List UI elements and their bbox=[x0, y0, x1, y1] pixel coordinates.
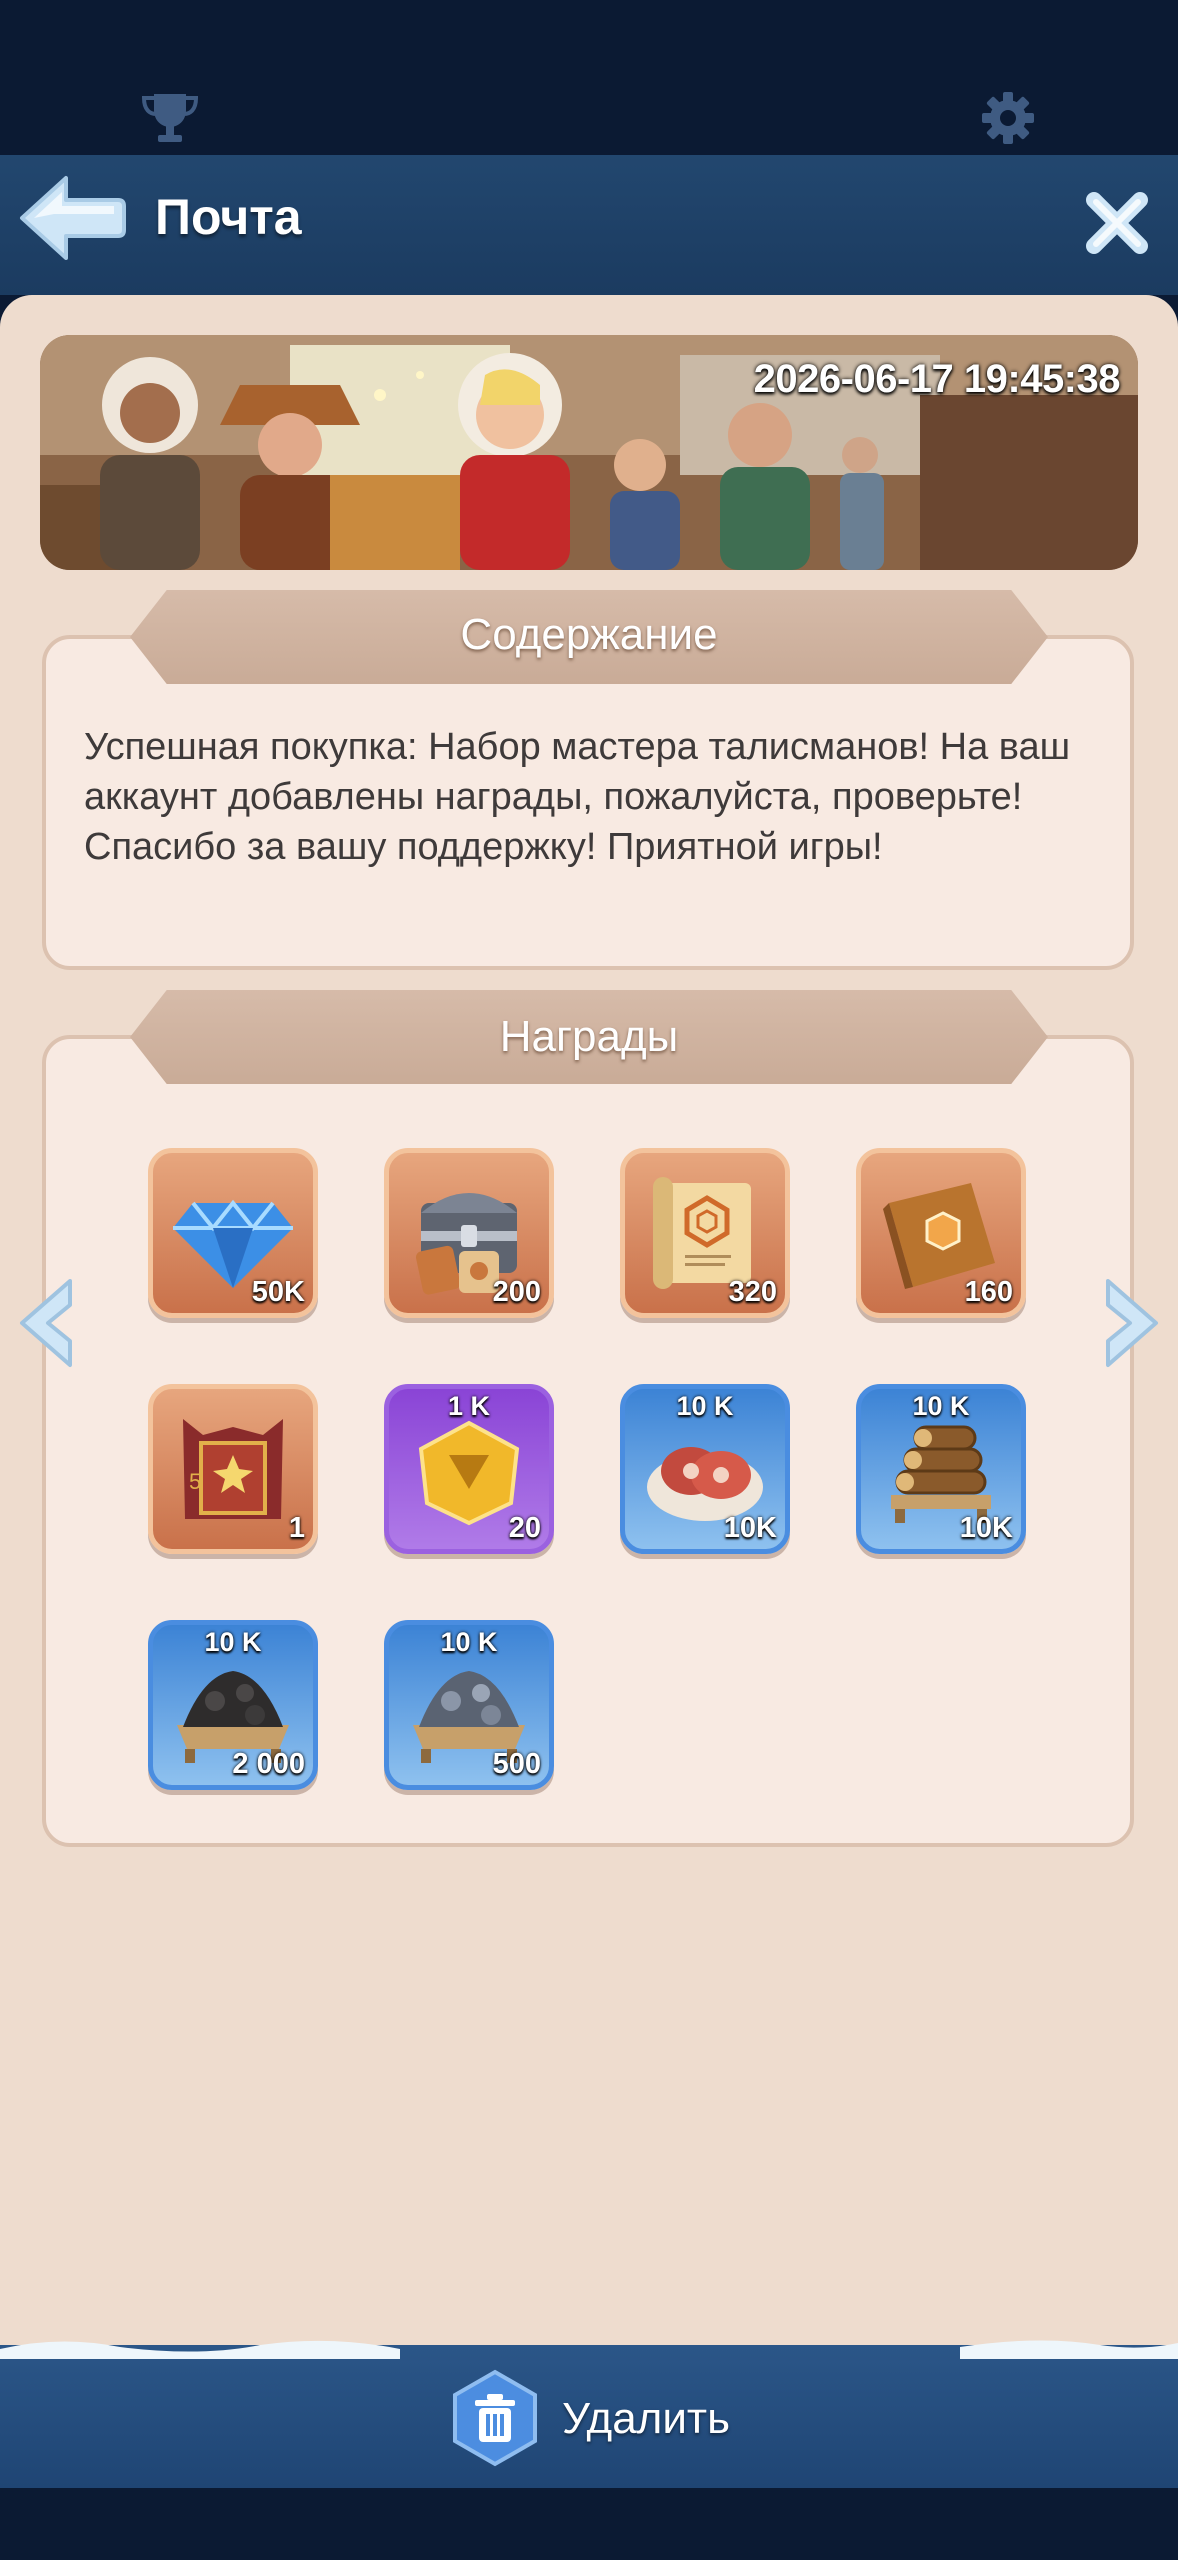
mail-timestamp: 2026-06-17 19:45:38 bbox=[753, 357, 1121, 401]
content-heading: Содержание bbox=[460, 610, 718, 659]
reward-item-gold[interactable]: 1 K 20 bbox=[384, 1384, 554, 1554]
reward-item-lantern-box[interactable]: 5 1 bbox=[148, 1384, 318, 1554]
reward-quantity: 20 bbox=[508, 1512, 541, 1544]
rewards-heading: Награды bbox=[499, 1012, 679, 1061]
arrow-right-icon[interactable] bbox=[1100, 1275, 1164, 1371]
gear-icon[interactable] bbox=[978, 88, 1038, 148]
reward-quantity: 160 bbox=[964, 1276, 1013, 1308]
reward-cap: 1 K bbox=[447, 1391, 491, 1421]
snow-edge-decoration bbox=[0, 2340, 1178, 2359]
reward-item-meat[interactable]: 10 K 10K bbox=[620, 1384, 790, 1554]
lantern-box-icon: 5 bbox=[183, 1419, 283, 1519]
reward-item-scroll[interactable]: 320 bbox=[620, 1148, 790, 1318]
mail-body-text: Успешная покупка: Набор мастера талисман… bbox=[84, 726, 1071, 868]
reward-quantity: 50K bbox=[251, 1276, 305, 1308]
delete-label: Удалить bbox=[562, 2394, 730, 2443]
reward-item-coal[interactable]: 10 K 2 000 bbox=[148, 1620, 318, 1790]
reward-quantity: 200 bbox=[492, 1276, 541, 1308]
arrow-left-icon[interactable] bbox=[14, 1275, 78, 1371]
delete-button[interactable]: Удалить bbox=[445, 2368, 745, 2468]
close-icon[interactable] bbox=[1082, 188, 1152, 258]
mail-banner: 2026-06-17 19:45:38 bbox=[40, 335, 1138, 570]
reward-item-iron-ore[interactable]: 10 K 500 bbox=[384, 1620, 554, 1790]
trash-icon bbox=[453, 2369, 537, 2467]
reward-item-book[interactable]: 160 bbox=[856, 1148, 1026, 1318]
reward-quantity: 1 bbox=[288, 1512, 305, 1544]
trophy-icon[interactable] bbox=[140, 88, 200, 148]
svg-text:5: 5 bbox=[189, 1469, 201, 1494]
reward-quantity: 10K bbox=[723, 1512, 777, 1544]
reward-cap: 10 K bbox=[204, 1627, 262, 1657]
reward-quantity: 500 bbox=[492, 1748, 541, 1780]
navigation-bar bbox=[0, 2488, 1178, 2560]
reward-quantity: 2 000 bbox=[232, 1748, 305, 1780]
reward-cap: 10 K bbox=[676, 1391, 734, 1421]
reward-item-wood[interactable]: 10 K 10K bbox=[856, 1384, 1026, 1554]
reward-cap: 10 K bbox=[440, 1627, 498, 1657]
page-title: Почта bbox=[155, 189, 302, 245]
reward-quantity: 10K bbox=[959, 1512, 1013, 1544]
back-arrow-icon[interactable] bbox=[14, 170, 126, 266]
reward-item-chest[interactable]: 200 bbox=[384, 1148, 554, 1318]
reward-item-gems[interactable]: 50K bbox=[148, 1148, 318, 1318]
reward-cap: 10 K bbox=[912, 1391, 970, 1421]
top-status-bar bbox=[0, 0, 1178, 155]
reward-quantity: 320 bbox=[728, 1276, 777, 1308]
